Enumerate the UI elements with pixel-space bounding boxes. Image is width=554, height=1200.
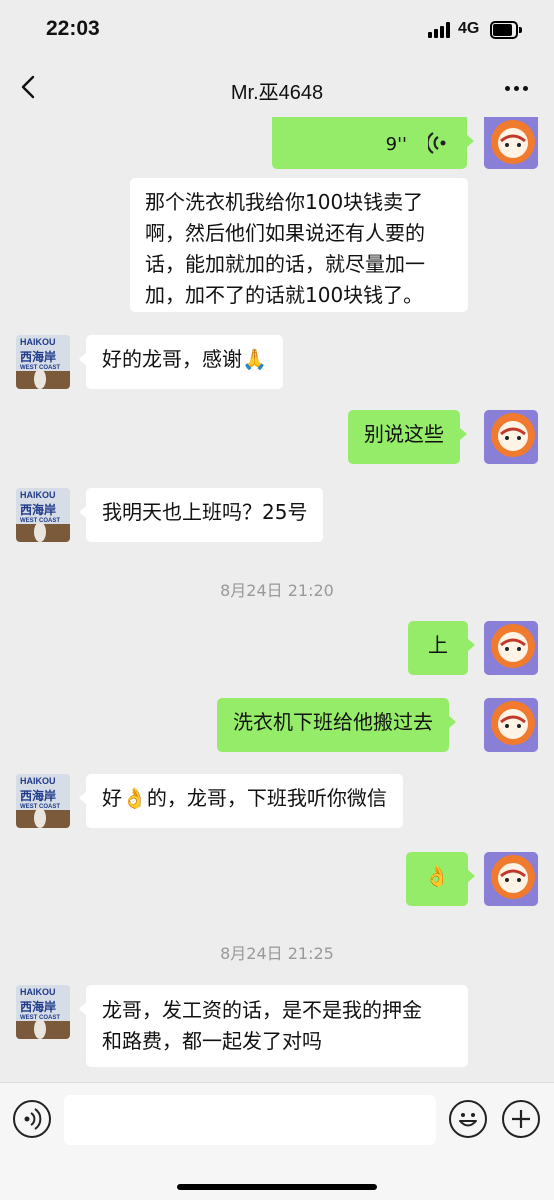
my-avatar[interactable] (484, 852, 538, 906)
message-bubble: 好👌的，龙哥，下班我听你微信 (79, 774, 403, 828)
voice-wave-icon (428, 132, 446, 154)
network-type: 4G (458, 20, 480, 37)
chat-title: Mr.巫4648 (230, 82, 324, 104)
message-bubble: 👌 (406, 852, 475, 906)
timestamp: 8月24日 21:25 (220, 944, 334, 963)
contact-avatar[interactable]: HAIKOU 西海岸 WEST COAST (16, 488, 70, 542)
contact-avatar[interactable]: HAIKOU 西海岸 WEST COAST (16, 335, 70, 389)
signal-icon (428, 22, 452, 38)
transcribed-text: 那个洗衣机我给你100块钱卖了 啊，然后他们如果说还有人要的 话，能加就加的话，… (130, 178, 468, 312)
message-bubble: 洗衣机下班给他搬过去 (217, 698, 456, 752)
plus-icon[interactable] (502, 1100, 540, 1138)
message-bubble: 好的龙哥，感谢🙏 (79, 335, 283, 389)
voice-input-icon[interactable] (13, 1100, 51, 1138)
my-avatar[interactable] (484, 410, 538, 464)
message-bubble: 龙哥，发工资的话，是不是我的押金 和路费，都一起发了对吗 (79, 985, 468, 1067)
contact-avatar[interactable]: HAIKOU 西海岸 WEST COAST (16, 774, 70, 828)
emoji-icon[interactable] (449, 1100, 487, 1138)
input-bar (0, 1082, 554, 1200)
more-dots-icon[interactable] (500, 74, 534, 100)
home-indicator (177, 1184, 377, 1190)
my-avatar[interactable] (484, 117, 538, 169)
message-input[interactable] (64, 1095, 436, 1145)
my-avatar[interactable] (484, 621, 538, 675)
chat-header: Mr.巫4648 (0, 60, 554, 118)
timestamp: 8月24日 21:20 (220, 581, 334, 600)
message-bubble: 我明天也上班吗？25号 (78, 488, 324, 542)
message-bubble: 别说这些 (348, 410, 467, 464)
my-avatar[interactable] (484, 698, 538, 752)
voice-duration: 9'' (385, 134, 407, 155)
battery-icon (490, 21, 522, 39)
status-time: 22:03 (46, 17, 100, 40)
message-bubble: 上 (408, 621, 475, 675)
contact-avatar[interactable]: HAIKOU 西海岸 WEST COAST (16, 985, 70, 1039)
status-bar: 22:03 4G (0, 0, 554, 60)
voice-message[interactable]: 9'' (272, 117, 474, 169)
